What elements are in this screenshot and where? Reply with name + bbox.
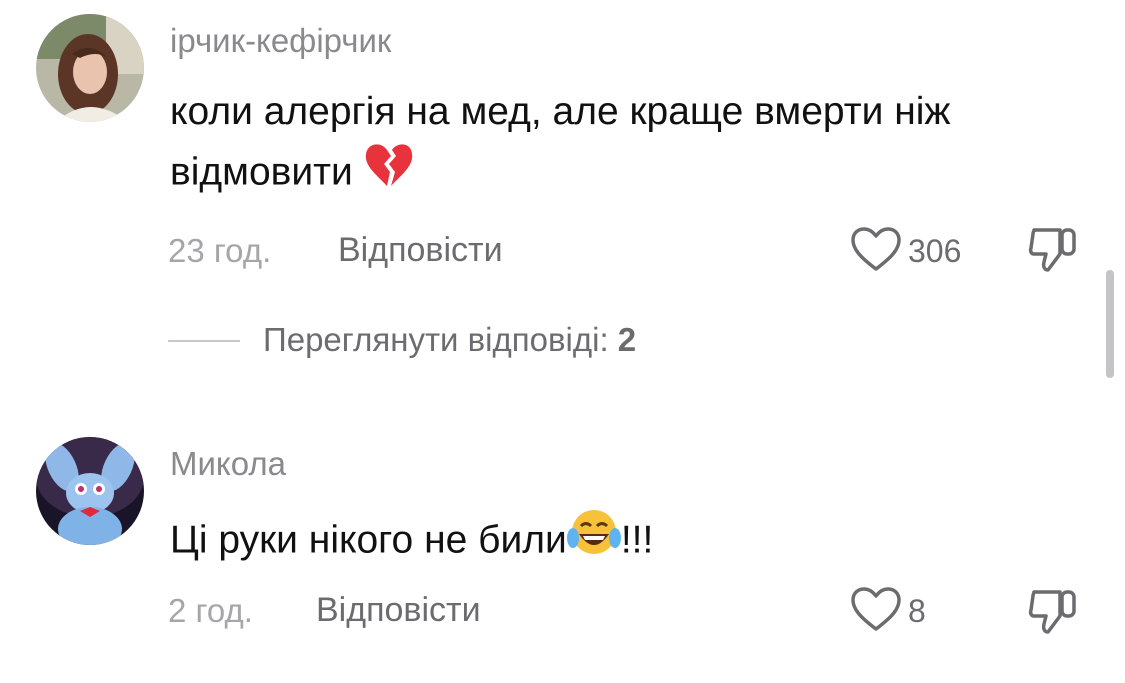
comment-text-line: коли алергія на мед, але краще вмерти ні… (170, 90, 951, 133)
comment-username[interactable]: Микола (170, 445, 286, 483)
thumbs-down-outline-icon (1028, 590, 1078, 640)
reply-button[interactable]: Відповісти (338, 231, 503, 270)
tears-of-joy-emoji (566, 508, 621, 576)
comment-timestamp: 2 год. (168, 592, 253, 629)
comment-username[interactable]: ірчик-кефірчик (170, 22, 391, 60)
comment-text: Ці руки нікого не били !!! (170, 508, 1100, 576)
view-replies-count: 2 (617, 321, 637, 358)
heart-outline-icon (850, 226, 902, 277)
heart-outline-icon (850, 586, 902, 637)
comment-text: коли алергія на мед, але краще вмерти ні… (170, 82, 1100, 206)
reply-button[interactable]: Відповісти (316, 591, 481, 630)
comment-text-line: відмовити (170, 142, 1100, 206)
broken-heart-emoji (364, 142, 414, 206)
avatar[interactable] (36, 437, 144, 545)
replies-divider (168, 340, 240, 342)
comment-text-fragment: !!! (620, 518, 654, 562)
like-button[interactable]: 306 (850, 226, 961, 277)
view-replies-label: Переглянути відповіді: (263, 321, 609, 358)
like-button[interactable]: 8 (850, 586, 926, 637)
comment-text-fragment: Ці руки нікого не били (170, 518, 567, 562)
avatar[interactable] (36, 14, 144, 122)
comment-text-fragment: відмовити (170, 150, 353, 194)
dislike-button[interactable] (1028, 226, 1078, 279)
comment-timestamp: 23 год. (168, 232, 272, 269)
dislike-button[interactable] (1028, 588, 1078, 641)
scrollbar-thumb[interactable] (1106, 270, 1114, 378)
thumbs-down-outline-icon (1028, 228, 1078, 278)
view-replies-button[interactable]: Переглянути відповіді: 2 (263, 321, 636, 359)
like-count: 306 (908, 233, 962, 269)
like-count: 8 (908, 593, 926, 629)
